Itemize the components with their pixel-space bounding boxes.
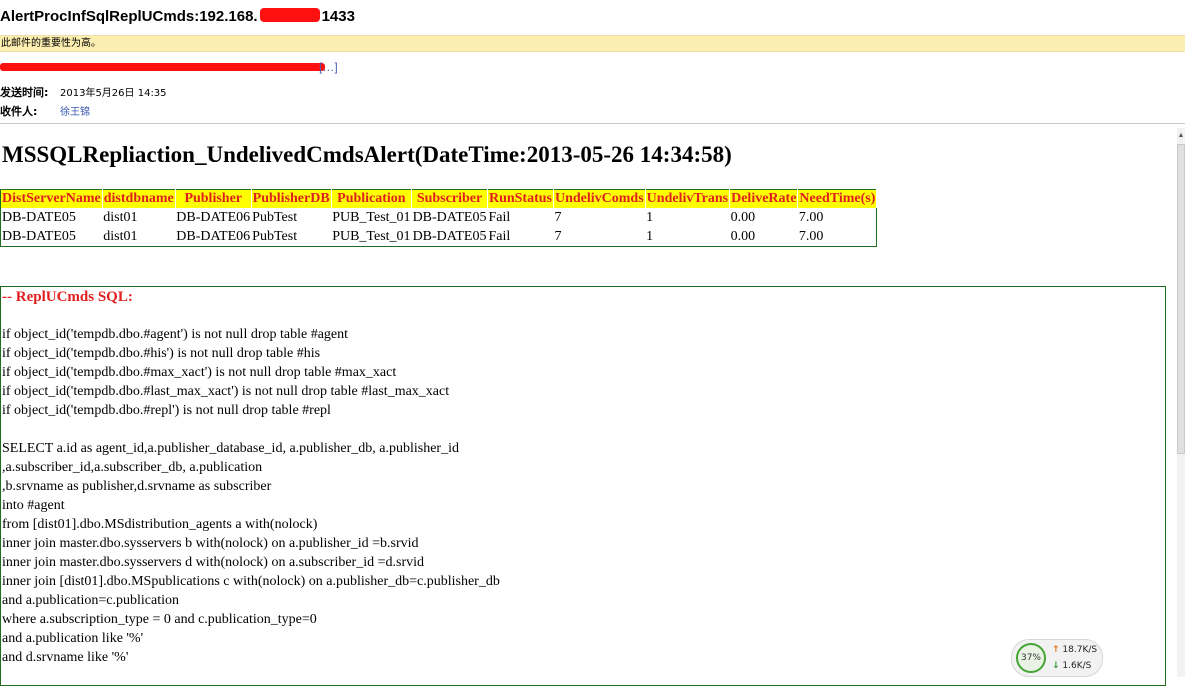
table-cell: dist01	[103, 209, 138, 225]
scroll-up-arrow-icon[interactable]: ▲	[1177, 128, 1185, 142]
recipient-name[interactable]: 徐王锦	[60, 107, 90, 118]
table-cell: dist01	[103, 228, 138, 244]
sql-line: if object_id('tempdb.dbo.#his') is not n…	[2, 346, 321, 361]
sql-line: and a.publication like '%'	[2, 631, 144, 646]
download-arrow-icon: ↓	[1052, 661, 1060, 671]
sql-line: from [dist01].dbo.MSdistribution_agents …	[2, 517, 318, 532]
column-header: PublisherDB	[251, 189, 332, 208]
to-label: 收件人:	[0, 105, 38, 118]
sent-label: 发送时间:	[0, 86, 49, 99]
table-cell: PUB_Test_01	[332, 228, 411, 244]
email-subject: AlertProcInfSqlReplUCmds:192.168. 1433	[0, 8, 355, 30]
upload-arrow-icon: ↑	[1052, 645, 1060, 655]
vertical-scrollbar[interactable]: ▲	[1177, 128, 1185, 677]
sql-line: if object_id('tempdb.dbo.#max_xact') is …	[2, 365, 397, 380]
scroll-thumb[interactable]	[1177, 144, 1185, 454]
usage-gauge: 37%	[1016, 643, 1046, 673]
importance-banner: 此邮件的重要性为高。	[0, 35, 1185, 52]
table-header-row: DistServerName distdbname Publisher Publ…	[0, 189, 878, 208]
redaction-mark	[259, 8, 320, 22]
table-cell: DB-DATE05	[412, 209, 487, 225]
sender-bracket: […]	[319, 60, 338, 74]
table-cell: PUB_Test_01	[332, 209, 411, 225]
sql-line: inner join master.dbo.sysservers b with(…	[2, 536, 419, 551]
sql-line: and d.srvname like '%'	[2, 650, 129, 665]
sql-line: if object_id('tempdb.dbo.#repl') is not …	[2, 403, 331, 418]
table-cell: 7	[554, 209, 562, 225]
table-cell: 0.00	[730, 209, 756, 225]
sql-line: if object_id('tempdb.dbo.#agent') is not…	[2, 327, 349, 342]
recipient-row: 收件人: 徐王锦	[0, 103, 90, 119]
sent-value: 2013年5月26日 14:35	[60, 88, 167, 99]
sql-line: if object_id('tempdb.dbo.#last_max_xact'…	[2, 384, 450, 399]
column-header: DeliveRate	[729, 189, 799, 208]
table-cell: DB-DATE05	[2, 209, 76, 225]
column-header: UndelivTrans	[645, 189, 731, 208]
column-header: NeedTime(s)	[797, 189, 878, 208]
importance-note: 此邮件的重要性为高。	[1, 38, 101, 49]
download-rate: ↓ 1.6K/S	[1052, 661, 1091, 671]
column-header: UndelivComds	[553, 189, 646, 208]
table-cell: 0.00	[730, 228, 756, 244]
table-cell: 7.00	[798, 228, 824, 244]
column-header: Publisher	[175, 189, 252, 208]
table-cell: PubTest	[252, 209, 298, 225]
table-cell: 7.00	[798, 209, 824, 225]
sql-line: inner join master.dbo.sysservers d with(…	[2, 555, 424, 570]
sql-line: into #agent	[2, 498, 65, 513]
column-header: distdbname	[102, 189, 176, 208]
table-cell: Fail	[488, 228, 511, 244]
sql-title: -- ReplUCmds SQL:	[2, 289, 133, 305]
table-cell: Fail	[488, 209, 511, 225]
network-speed-widget[interactable]: 37% ↑ 18.7K/S ↓ 1.6K/S	[1011, 639, 1103, 677]
subject-suffix: 1433	[321, 8, 355, 25]
column-header: Publication	[331, 189, 413, 208]
table-row: DB-DATE05 dist01 DB-DATE06 PubTest PUB_T…	[1, 227, 877, 247]
download-value: 1.6K/S	[1062, 661, 1092, 671]
alert-heading: MSSQLRepliaction_UndelivedCmdsAlert(Date…	[2, 142, 732, 167]
sql-line: SELECT a.id as agent_id,a.publisher_data…	[2, 441, 459, 456]
table-cell: PubTest	[252, 228, 298, 244]
column-header: Subscriber	[411, 189, 488, 208]
table-cell: DB-DATE05	[412, 228, 487, 244]
sql-line: inner join [dist01].dbo.MSpublications c…	[2, 574, 500, 589]
table-cell: DB-DATE05	[2, 228, 76, 244]
sql-line: ,b.srvname as publisher,d.srvname as sub…	[2, 479, 272, 494]
table-cell: 7	[554, 228, 562, 244]
sql-line: ,a.subscriber_id,a.subscriber_db, a.publ…	[2, 460, 263, 475]
sql-line: where a.subscription_type = 0 and c.publ…	[2, 612, 317, 627]
column-header: DistServerName	[0, 189, 103, 208]
table-cell: DB-DATE06	[176, 228, 251, 244]
sql-line: and a.publication=c.publication	[2, 593, 180, 608]
header-divider	[0, 123, 1185, 124]
table-row: DB-DATE05 dist01 DB-DATE06 PubTest PUB_T…	[1, 208, 877, 227]
sent-time-row: 发送时间: 2013年5月26日 14:35	[0, 84, 167, 100]
alert-table: DistServerName distdbname Publisher Publ…	[0, 189, 878, 247]
column-header: RunStatus	[487, 189, 554, 208]
redaction-mark	[0, 63, 325, 71]
table-cell: 1	[646, 209, 654, 225]
subject-prefix: AlertProcInfSqlReplUCmds:192.168.	[0, 8, 258, 25]
table-cell: DB-DATE06	[176, 209, 251, 225]
upload-rate: ↑ 18.7K/S	[1052, 645, 1097, 655]
upload-value: 18.7K/S	[1062, 645, 1098, 655]
table-cell: 1	[646, 228, 654, 244]
